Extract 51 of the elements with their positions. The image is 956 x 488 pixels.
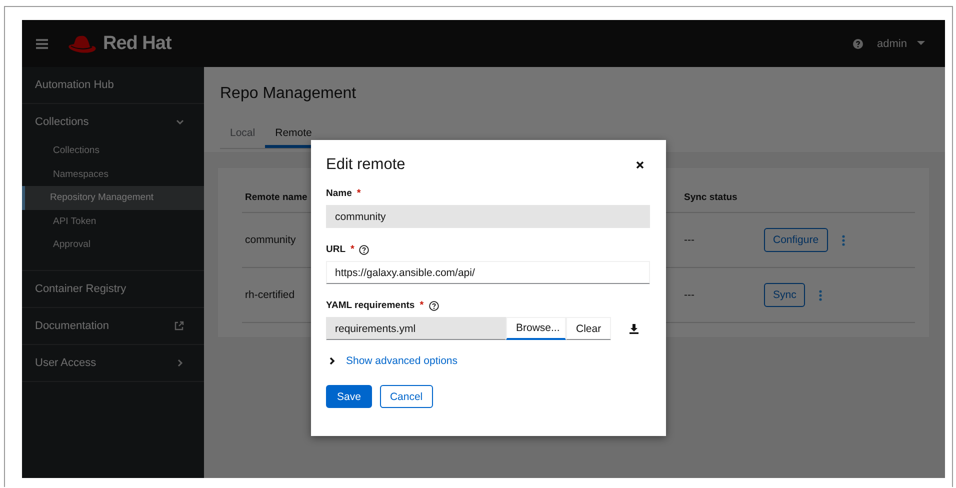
nav-subitem[interactable]: API Token [22, 210, 204, 233]
user-menu[interactable]: admin [877, 38, 931, 50]
nav-subitem[interactable]: Collections [22, 139, 204, 162]
cancel-button[interactable]: Cancel [380, 385, 433, 408]
dialog-title: Edit remote [326, 156, 406, 174]
nav-item[interactable]: Automation Hub [22, 76, 204, 94]
clear-button[interactable]: Clear [566, 317, 612, 340]
nav-item[interactable]: Container Registry [22, 280, 204, 298]
text-field[interactable]: https://galaxy.ansible.com/api/ [326, 261, 650, 284]
brand-name: Red Hat [103, 32, 172, 54]
kebab-icon [819, 290, 822, 300]
nav-item[interactable]: Documentation [22, 316, 204, 334]
caret-icon [917, 41, 925, 46]
file-name-field[interactable]: requirements.yml [326, 317, 506, 340]
help-icon [853, 38, 864, 48]
column-header: Remote name [244, 192, 308, 202]
nav-item[interactable]: Collections [22, 113, 204, 131]
field-label: Name [326, 188, 352, 199]
nav-subitem[interactable]: Namespaces [22, 162, 204, 186]
table-cell-text: community [244, 234, 296, 246]
required-mark: * [420, 300, 424, 311]
help-button[interactable] [428, 300, 439, 310]
table-cell-text: rh-certified [244, 289, 295, 301]
field-label: URL [326, 244, 346, 255]
table-cell: --- [684, 234, 694, 246]
row-action-button[interactable]: Configure [764, 228, 828, 252]
browse-button[interactable]: Browse... [506, 317, 566, 340]
download-button[interactable] [629, 324, 640, 334]
close-button[interactable] [634, 159, 646, 171]
kebab-icon [842, 234, 845, 246]
nav-subitem[interactable]: Repository Management [22, 186, 204, 210]
page-title: Repo Management [220, 85, 358, 103]
external-link-icon [174, 320, 184, 330]
field-label: YAML requirements [326, 300, 415, 311]
menu-button[interactable] [36, 38, 48, 48]
help-icon [428, 300, 439, 310]
row-action-button[interactable]: Sync [764, 283, 806, 307]
close-icon [636, 161, 644, 169]
help-icon [359, 244, 370, 254]
required-mark: * [356, 188, 361, 199]
menu-icon [36, 38, 48, 48]
save-button[interactable]: Save [326, 385, 372, 408]
required-mark: * [350, 244, 354, 255]
nav-item[interactable]: User Access [22, 354, 204, 372]
column-header: Sync status [684, 192, 738, 202]
download-icon [629, 324, 640, 334]
advanced-options-toggle[interactable]: Show advanced options [328, 355, 458, 367]
tab[interactable]: Local [220, 127, 266, 148]
table-cell: --- [684, 289, 694, 301]
nav-subitem[interactable]: Approval [22, 233, 204, 256]
help-button[interactable] [359, 244, 370, 254]
